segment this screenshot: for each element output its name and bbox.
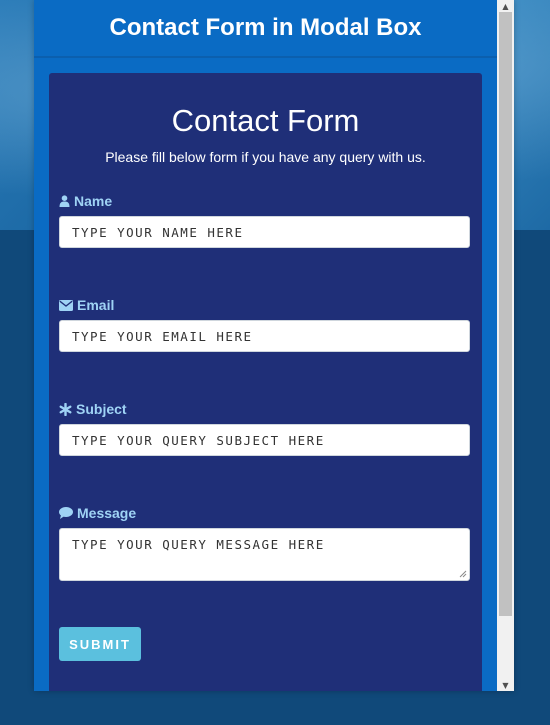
email-field-placeholder: TYPE YOUR EMAIL HERE	[72, 328, 253, 344]
subject-label: Subject	[59, 401, 127, 417]
message-textarea[interactable]: TYPE YOUR QUERY MESSAGE HERE	[59, 528, 470, 581]
subject-label-text: Subject	[76, 401, 127, 417]
scrollbar[interactable]: ▲ ▼	[497, 0, 514, 691]
asterisk-icon	[59, 402, 72, 416]
email-label: Email	[59, 297, 114, 313]
scroll-up-arrow-icon[interactable]: ▲	[497, 0, 514, 12]
contact-form: Contact Form Please fill below form if y…	[49, 73, 482, 691]
form-subtitle: Please fill below form if you have any q…	[105, 149, 426, 165]
subject-field[interactable]: TYPE YOUR QUERY SUBJECT HERE	[59, 424, 470, 456]
name-field[interactable]: TYPE YOUR NAME HERE	[59, 216, 470, 248]
resize-grip-icon[interactable]	[459, 570, 467, 578]
scroll-down-arrow-icon[interactable]: ▼	[497, 679, 514, 691]
submit-button[interactable]: SUBMIT	[59, 627, 141, 661]
name-label-text: Name	[74, 193, 113, 209]
comment-icon	[59, 507, 73, 519]
scrollbar-thumb[interactable]	[499, 12, 512, 616]
user-icon	[59, 195, 70, 207]
name-field-placeholder: TYPE YOUR NAME HERE	[72, 224, 244, 240]
modal-title: Contact Form in Modal Box	[109, 14, 422, 41]
modal-header: Contact Form in Modal Box	[34, 0, 497, 58]
email-field[interactable]: TYPE YOUR EMAIL HERE	[59, 320, 470, 352]
message-label-text: Message	[77, 505, 137, 521]
message-label: Message	[59, 505, 136, 521]
modal-box: Contact Form in Modal Box Contact Form P…	[34, 0, 514, 691]
email-label-text: Email	[77, 297, 115, 313]
name-label: Name	[59, 193, 112, 209]
envelope-icon	[59, 299, 73, 311]
message-textarea-placeholder: TYPE YOUR QUERY MESSAGE HERE	[72, 537, 325, 552]
subject-field-placeholder: TYPE YOUR QUERY SUBJECT HERE	[72, 432, 325, 448]
form-title: Contact Form	[171, 103, 360, 138]
